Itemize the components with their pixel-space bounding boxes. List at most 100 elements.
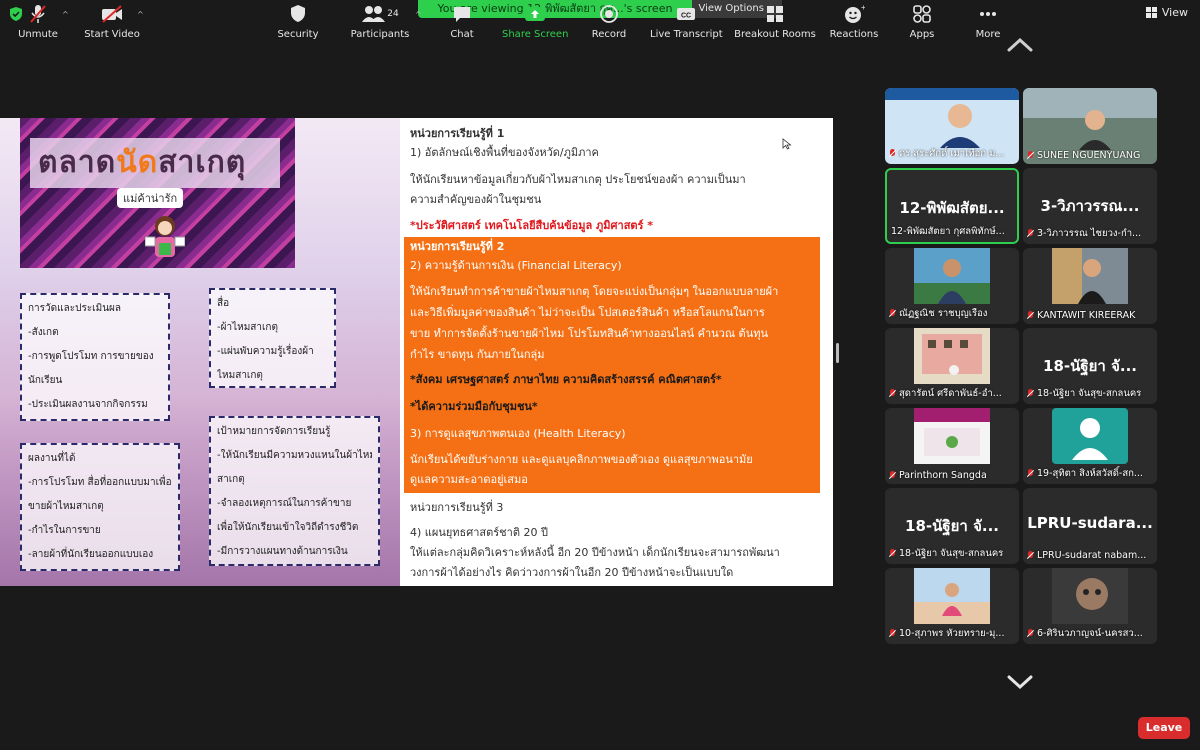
unit2-highlight: หน่วยการเรียนรู้ที่ 2 2) ความรู้ด้านการเ… [404, 237, 820, 493]
view-button[interactable]: View [1145, 6, 1188, 19]
participant-avatar-image [914, 408, 990, 464]
apps-button[interactable]: Apps [902, 4, 942, 40]
participant-tile[interactable]: ดร.สุระศักดิ์ เมาเทือก ม... [885, 88, 1019, 164]
participant-avatar-image [1052, 568, 1128, 624]
reactions-button[interactable]: + Reactions [828, 4, 880, 40]
unit2-community: *ได้ความร่วมมือกับชุมชน* [410, 400, 538, 413]
unit2-paragraph: ขาย ทำการจัดตั้งร้านขายผ้าไหม โปรโมทสินค… [410, 327, 768, 340]
video-options-caret-icon[interactable]: ^ [137, 10, 144, 19]
box-line: -สังเกต [28, 327, 59, 338]
participant-name: 10-สุภาพร หัวยทราย-มุ... [889, 626, 1015, 641]
muted-mic-icon [1027, 389, 1034, 398]
slide-right-panel: หน่วยการเรียนรู้ที่ 1 1) อัตลักษณ์เชิงพื… [404, 118, 833, 586]
participant-avatar-image [914, 248, 990, 304]
box-line: ขายผ้าไหมสาเกตุ [28, 501, 104, 512]
breakout-rooms-icon [767, 6, 783, 22]
participant-tile[interactable]: KANTAWIT KIREERAK [1023, 248, 1157, 324]
reactions-label: Reactions [829, 29, 879, 40]
unit2-paragraph: นักเรียนได้ขยับร่างกาย และดูแลบุคลิกภาพข… [410, 453, 753, 466]
box-line: -ลายผ้าที่นักเรียนออกแบบเอง [28, 549, 154, 560]
participant-tile[interactable]: สุดารัตน์ ศรีดาพันธ์-อำ... [885, 328, 1019, 404]
participant-name: ดร.สุระศักดิ์ เมาเทือก ม... [889, 146, 1015, 161]
share-screen-arrow-icon [525, 7, 545, 21]
share-options-caret-icon[interactable]: ^ [560, 10, 567, 19]
unit2-health-subtitle: 3) การดูแลสุขภาพตนเอง (Health Literacy) [410, 427, 626, 440]
start-video-button[interactable]: Start Video [82, 4, 142, 40]
unit2-subjects: *สังคม เศรษฐศาสตร์ ภาษาไทย ความคิดสร้างส… [410, 373, 722, 386]
muted-mic-icon [1027, 629, 1034, 638]
participant-avatar-image [1052, 248, 1128, 304]
apps-icon [913, 5, 931, 23]
participant-tile[interactable]: 18-นัฐิยา จั... 18-นัฐิยา จันสุข-สกลนคร [1023, 328, 1157, 404]
record-icon [600, 5, 618, 23]
participant-tile[interactable]: 10-สุภาพร หัวยทราย-มุ... [885, 568, 1019, 644]
record-button[interactable]: Record [587, 4, 631, 40]
participant-tile[interactable]: 19-สุทิตา สิงห์สวัสดิ์-สก... [1023, 408, 1157, 484]
unit3-paragraph: ให้แต่ละกลุ่มคิดวิเคราะห์หลังนี้ อีก 20 … [410, 546, 780, 559]
unit1-paragraph: ให้นักเรียนหาข้อมูลเกี่ยวกับผ้าไหมสาเกตุ… [410, 173, 746, 186]
participants-button[interactable]: 24 Participants [348, 4, 412, 40]
muted-mic-icon [889, 471, 896, 480]
participant-name: SUNEE NGUENYUANG [1027, 150, 1153, 161]
muted-mic-icon [1027, 229, 1034, 238]
more-dots-icon [980, 12, 996, 16]
security-button[interactable]: Security [272, 4, 324, 40]
mouse-cursor-icon [782, 138, 792, 150]
more-button[interactable]: More [968, 4, 1008, 40]
participant-tile[interactable]: Parinthorn Sangda [885, 408, 1019, 484]
participant-tile-active-speaker[interactable]: 12-พิพัฒสัตย... 12-พิพัฒสัตยา กุศลพิทักษ… [885, 168, 1019, 244]
unit2-paragraph: ให้นักเรียนทำการค้าขายผ้าไหมสาเกตุ โดยจะ… [410, 285, 779, 298]
participants-count: 24 [387, 9, 399, 19]
leave-button[interactable]: Leave [1138, 717, 1190, 739]
hero-subtitle: แม่ค้าน่ารัก [117, 188, 184, 208]
split-resize-handle[interactable] [836, 343, 839, 363]
media-box: สื่อ -ผ้าไหมสาเกตุ -แผ่นพับความรู้เรื่อง… [209, 288, 336, 388]
chat-button[interactable]: Chat [442, 4, 482, 40]
smiley-reaction-icon: + [845, 4, 865, 23]
participant-name: ณัฏฐณิช ราชบุญเรือง [889, 306, 1015, 321]
breakout-rooms-label: Breakout Rooms [734, 29, 816, 40]
box-line: -ให้นักเรียนมีความหวงแหนในผ้าไหม [217, 450, 372, 461]
participants-caret-icon[interactable]: ^ [415, 10, 422, 19]
unit1-subjects: *ประวัติศาสตร์ เทคโนโลยีสืบค้นข้อมูล ภูม… [410, 219, 654, 232]
participant-name: 12-พิพัฒสัตยา กุศลพิทักษ์... [891, 226, 1005, 237]
hero-banner-image: ตลาดนัดสาเกตุ แม่ค้าน่ารัก [20, 118, 295, 268]
gallery-scroll-down-icon[interactable] [1007, 674, 1033, 690]
participants-label: Participants [350, 29, 410, 40]
breakout-rooms-button[interactable]: Breakout Rooms [734, 4, 816, 40]
meeting-toolbar [0, 706, 1200, 750]
participant-name: 18-นัฐิยา จันสุข-สกลนคร [889, 546, 1015, 561]
participant-name: 3-วิภาวรรณ ไชยวง-กำ... [1027, 226, 1153, 241]
unit2-paragraph: และวิธีเพิ่มมูลค่าของสินค้า ไม่ว่าจะเป็น… [410, 306, 765, 319]
unmute-button[interactable]: Unmute [12, 4, 64, 40]
participant-tile[interactable]: ณัฏฐณิช ราชบุญเรือง [885, 248, 1019, 324]
participant-name: KANTAWIT KIREERAK [1027, 310, 1153, 321]
box-line: -ประเมินผลงานจากกิจกรรม [28, 399, 148, 410]
box-heading: ผลงานที่ได้ [28, 453, 76, 464]
share-screen-button[interactable]: Share Screen [502, 4, 568, 40]
muted-microphone-icon [30, 5, 46, 23]
box-line: -กำไรในการขาย [28, 525, 101, 536]
participant-tile[interactable]: 18-นัฐิยา จั... 18-นัฐิยา จันสุข-สกลนคร [885, 488, 1019, 564]
results-box: ผลงานที่ได้ -การโปรโมท สื่อที่ออกแบบมาเพ… [20, 443, 180, 571]
shared-screen: ตลาดนัดสาเกตุ แม่ค้าน่ารัก การวัดและประเ… [0, 118, 833, 586]
participant-avatar-image [914, 328, 990, 384]
participant-tile[interactable]: 6-ศิรินวภาญจน์-นครสว... [1023, 568, 1157, 644]
participant-name: LPRU-sudarat nabam... [1027, 550, 1153, 561]
participant-tile[interactable]: 3-วิภาวรรณ... 3-วิภาวรรณ ไชยวง-กำ... [1023, 168, 1157, 244]
audio-options-caret-icon[interactable]: ^ [62, 10, 69, 19]
unit1-title: หน่วยการเรียนรู้ที่ 1 [410, 127, 505, 140]
box-line: -ผ้าไหมสาเกตุ [217, 322, 278, 333]
box-line: -การโปรโมท สื่อที่ออกแบบมาเพื่อ [28, 477, 172, 488]
default-avatar-icon [1052, 408, 1128, 464]
closed-caption-icon: CC [677, 8, 695, 20]
participant-tile[interactable]: SUNEE NGUENYUANG [1023, 88, 1157, 164]
box-heading: สื่อ [217, 298, 230, 309]
slide-left-panel: ตลาดนัดสาเกตุ แม่ค้าน่ารัก การวัดและประเ… [0, 118, 400, 586]
muted-mic-icon [889, 389, 896, 398]
unit2-title: หน่วยการเรียนรู้ที่ 2 [410, 240, 505, 253]
grid-view-icon [1145, 7, 1157, 18]
live-transcript-button[interactable]: CC Live Transcript [650, 4, 723, 40]
participant-tile[interactable]: LPRU-sudara... LPRU-sudarat nabam... [1023, 488, 1157, 564]
gallery-scroll-up-icon[interactable] [1007, 36, 1033, 52]
